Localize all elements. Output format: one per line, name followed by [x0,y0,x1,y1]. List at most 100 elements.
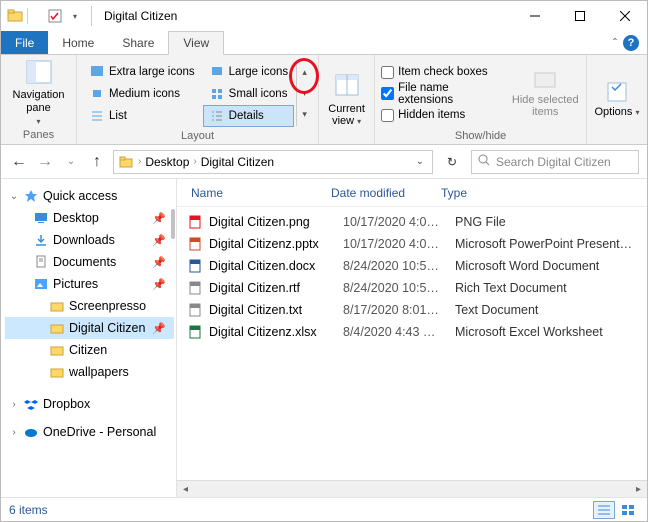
download-icon [33,232,49,248]
address-dropdown-icon[interactable]: ⌄ [416,156,428,167]
layout-more-icon[interactable]: ▾ [302,105,307,125]
navigation-pane-button[interactable]: Navigation pane ▾ [7,59,70,127]
hidden-items-toggle[interactable]: Hidden items [381,109,502,122]
collapse-ribbon-icon[interactable]: ˆ [613,36,617,50]
file-name: Digital Citizen.docx [209,259,337,273]
search-input[interactable]: Search Digital Citizen [471,150,639,174]
chevron-down-icon: ▾ [635,108,639,117]
chevron-right-icon[interactable]: › [136,156,143,167]
pin-icon: 📌 [152,322,166,335]
sidebar-item-wallpapers[interactable]: wallpapers [5,361,174,383]
crumb-desktop[interactable]: Desktop [145,155,189,169]
layout-large[interactable]: Large icons [203,61,294,83]
sidebar-item-onedrive[interactable]: › OneDrive - Personal [5,421,174,443]
column-date[interactable]: Date modified [331,186,441,200]
back-button[interactable]: ← [9,153,29,171]
sidebar-item-pictures[interactable]: Pictures📌 [5,273,174,295]
thumbnails-view-toggle[interactable] [617,501,639,519]
layout-scroll: ▴ ▾ ▾ [296,62,312,126]
sidebar-item-screenpresso[interactable]: Screenpresso [5,295,174,317]
titlebar: ▾ Digital Citizen [1,1,647,31]
tab-share[interactable]: Share [108,31,168,54]
sidebar-scrollbar[interactable] [170,179,176,299]
pin-icon: 📌 [152,212,166,225]
expander-icon[interactable]: ⌄ [9,191,19,202]
status-bar: 6 items [1,497,647,521]
file-type: Microsoft Word Document [455,259,647,273]
pin-icon: 📌 [152,278,166,291]
sidebar-item-documents[interactable]: Documents📌 [5,251,174,273]
scroll-right-icon[interactable]: ▸ [630,484,647,495]
layout-small[interactable]: Small icons [203,83,294,105]
file-icon [187,258,203,274]
sidebar-item-digital-citizen[interactable]: Digital Citizen📌 [5,317,174,339]
file-name: Digital Citizenz.xlsx [209,325,337,339]
layout-scroll-down[interactable]: ▾ [302,84,307,104]
file-name: Digital Citizenz.pptx [209,237,337,251]
item-check-boxes-toggle[interactable]: Item check boxes [381,66,502,79]
options-button[interactable]: Options ▾ [593,81,641,118]
column-type[interactable]: Type [441,186,647,200]
file-name-extensions-toggle[interactable]: File name extensions [381,82,502,106]
tab-view[interactable]: View [168,31,224,55]
crumb-current[interactable]: Digital Citizen [201,155,274,169]
qat-dropdown-icon[interactable]: ▾ [67,8,83,24]
layout-list[interactable]: List [83,105,201,127]
breadcrumb[interactable]: › Desktop › Digital Citizen ⌄ [113,150,433,174]
file-list: Digital Citizen.png10/17/2020 4:0…PNG Fi… [177,207,647,480]
details-view-toggle[interactable] [593,501,615,519]
sidebar-item-desktop[interactable]: Desktop📌 [5,207,174,229]
file-row[interactable]: Digital Citizenz.xlsx8/4/2020 4:43 …Micr… [187,321,647,343]
panes-group-label: Panes [7,127,70,142]
ribbon: Navigation pane ▾ Panes Extra large icon… [1,55,647,145]
layout-options: Extra large icons Large icons Medium ico… [83,61,294,127]
tab-home[interactable]: Home [48,31,108,54]
sidebar-item-dropbox[interactable]: › Dropbox [5,393,174,415]
status-item-count: 6 items [9,503,48,517]
recent-locations-icon[interactable]: ⌄ [61,156,81,167]
sidebar-item-downloads[interactable]: Downloads📌 [5,229,174,251]
current-view-button[interactable]: Current view ▾ [325,72,368,127]
layout-extra-large[interactable]: Extra large icons [83,61,201,83]
file-name: Digital Citizen.png [209,215,337,229]
sidebar-item-quick-access[interactable]: ⌄ Quick access [5,185,174,207]
expander-icon[interactable]: › [9,399,19,410]
file-row[interactable]: Digital Citizenz.pptx10/17/2020 4:0…Micr… [187,233,647,255]
properties-icon[interactable] [47,8,63,24]
file-icon [187,214,203,230]
forward-button: → [35,153,55,171]
column-name[interactable]: Name [191,186,331,200]
hide-selected-button: Hide selected items [510,69,580,118]
up-button[interactable]: ↑ [87,153,107,171]
ribbon-tabs: File Home Share View ˆ ? [1,31,647,55]
explorer-window: ▾ Digital Citizen File Home Share View ˆ… [0,0,648,522]
folder-icon [49,298,65,314]
file-row[interactable]: Digital Citizen.docx8/24/2020 10:5…Micro… [187,255,647,277]
layout-medium[interactable]: Medium icons [83,83,201,105]
sidebar-item-citizen[interactable]: Citizen [5,339,174,361]
expander-icon[interactable]: › [9,427,19,438]
showhide-group-label: Show/hide [381,128,580,142]
sidebar: ⌄ Quick access Desktop📌 Downloads📌 Docum… [1,179,177,497]
help-icon[interactable]: ? [623,35,639,51]
close-button[interactable] [602,1,647,31]
file-row[interactable]: Digital Citizen.png10/17/2020 4:0…PNG Fi… [187,211,647,233]
file-row[interactable]: Digital Citizen.txt8/17/2020 8:01…Text D… [187,299,647,321]
column-headers[interactable]: Name Date modified Type [177,179,647,207]
layout-scroll-up[interactable]: ▴ [302,62,307,82]
folder-icon [49,320,65,336]
options-label: Options [595,106,633,118]
chevron-right-icon[interactable]: › [191,156,198,167]
tab-file[interactable]: File [1,31,48,54]
layout-details[interactable]: Details [203,105,294,127]
minimize-button[interactable] [512,1,557,31]
maximize-button[interactable] [557,1,602,31]
star-icon [23,188,39,204]
folder-icon [7,8,23,24]
scroll-left-icon[interactable]: ◂ [177,484,194,495]
file-row[interactable]: Digital Citizen.rtf8/24/2020 10:5…Rich T… [187,277,647,299]
refresh-button[interactable]: ↻ [439,155,465,169]
layout-group-label: Layout [83,128,312,142]
horizontal-scrollbar[interactable]: ◂ ▸ [177,480,647,497]
chevron-down-icon: ▾ [357,117,361,126]
